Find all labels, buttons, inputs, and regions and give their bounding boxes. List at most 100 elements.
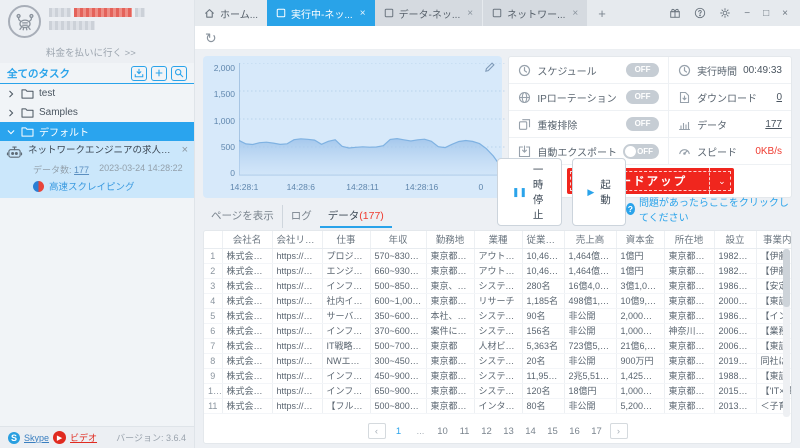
setting-label: スケジュール [537,66,597,78]
page-button-14[interactable]: 14 [522,423,540,439]
table-scrollbar-thumb[interactable] [783,249,790,307]
chevron-right-icon[interactable] [6,90,16,98]
table-cell: 1,000万円 [616,383,665,399]
table-cell: https://www... [272,293,323,309]
edit-chart-icon[interactable] [484,62,496,73]
next-page-button[interactable]: › [609,423,628,439]
close-tab-icon[interactable]: × [467,8,473,19]
table-cell: https://www... [272,308,323,324]
gift-icon[interactable] [669,7,681,19]
setting-label: 重複排除 [537,120,578,132]
table-cell: システムイ... [474,368,523,384]
table-cell: 8 [204,353,223,369]
toggle-off[interactable]: OFF [623,143,660,159]
minimize-button[interactable]: − [744,8,750,19]
skype-icon[interactable]: S [8,431,20,444]
table-cell: 350~600万円 [370,308,427,324]
table-row[interactable]: 9株式会社エ...https://www...インフラエ...450~900万円… [204,368,791,384]
new-tab-button[interactable]: + [588,0,616,26]
table-cell: https://www... [272,323,323,339]
close-button[interactable]: × [782,8,788,19]
y-tick-label: 0 [230,168,235,178]
folder-item-Samples[interactable]: Samples [0,103,194,122]
folder-item-test[interactable]: test [0,84,194,103]
task-data-count-link[interactable]: 177 [74,165,89,175]
chevron-right-icon[interactable] [6,109,16,117]
video-link[interactable]: ビデオ [70,431,97,444]
column-header: 設立 [714,231,757,249]
table-row[interactable]: 1株式会社ベ...https://www...プロジェク...570~830万円… [204,248,791,264]
page-button-16[interactable]: 16 [566,423,584,439]
skype-link[interactable]: Skype [24,433,49,443]
table-row[interactable]: 3株式会社バ...https://www...インフラエ...500~850万円… [204,278,791,294]
tab-log[interactable]: ログ [281,205,320,228]
speedup-dropdown-icon[interactable]: ⌄ [709,168,734,194]
tab-home[interactable]: ホーム... [195,0,268,26]
start-button[interactable]: ▶ 起動 [572,158,626,226]
table-cell: 10,461名 [522,263,565,279]
help-icon[interactable] [694,7,706,19]
tab-show-page[interactable]: ページを表示 [203,205,282,228]
stat-value[interactable]: 177 [765,119,782,130]
prev-page-button[interactable]: ‹ [367,423,386,439]
tab-data[interactable]: データ(177) [319,205,392,228]
table-row[interactable]: 2株式会社ベ...https://www...エンジニア...660~930万円… [204,263,791,279]
page-button-11[interactable]: 11 [456,423,474,439]
table-cell: 株式会社ワ... [222,308,273,324]
table-cell: 21億6,300万... [616,338,665,354]
table-cell: 1982年9月 [714,263,757,279]
pause-button[interactable]: ❚❚ 一時停止 [496,158,563,226]
upgrade-link[interactable]: 料金を払いに行く >> [0,44,194,63]
toggle-off[interactable]: OFF [626,117,660,131]
close-tab-icon[interactable]: × [572,8,578,19]
tab-data-task[interactable]: データ-ネッ... × [374,0,484,26]
maximize-button[interactable]: □ [763,8,769,19]
table-row[interactable]: 11株式会社ミ...https://www...【フルリモ...500~800万… [204,398,791,414]
refresh-icon[interactable]: ↻ [205,31,217,45]
table-cell: 2015年9月 [714,383,757,399]
close-task-icon[interactable]: × [182,145,188,156]
page-button-1[interactable]: 1 [390,423,408,439]
x-tick-label: 0 [478,182,484,192]
gear-icon[interactable] [719,7,731,19]
table-row[interactable]: 4株式会社マ...https://www...社内インフ...600~1,000… [204,293,791,309]
page-button-12[interactable]: 12 [478,423,496,439]
tab-network-task[interactable]: ネットワー... × [483,0,589,26]
table-cell: 東京都港区 [426,353,475,369]
find-task-icon[interactable] [171,65,187,81]
page-button-10[interactable]: 10 [434,423,452,439]
table-row[interactable]: 8株式会社CR...https://www...NWエンジニ...300~450… [204,353,791,369]
help-link[interactable]: ? 問題があったらここをクリックしてください [625,194,792,224]
import-task-icon[interactable] [131,65,147,81]
folder-item-デフォルト[interactable]: デフォルト [0,122,194,141]
table-cell: エンジニア... [322,263,371,279]
close-tab-icon[interactable]: × [360,8,366,19]
video-icon[interactable]: ▶ [53,431,67,444]
column-header: 資本金 [616,231,665,249]
new-task-icon[interactable] [151,65,167,81]
page-button-13[interactable]: 13 [500,423,518,439]
page-button-15[interactable]: 15 [544,423,562,439]
page-button-17[interactable]: 17 [588,423,606,439]
toggle-off[interactable]: OFF [626,90,660,104]
column-header: 年収 [370,231,427,249]
tab-running-task[interactable]: 実行中-ネッ... × [267,0,375,26]
pagination: ‹ 1... 10 11 12 13 14 15 16 17 › [204,419,791,443]
table-cell: 東京都 [426,338,475,354]
table-row[interactable]: 5株式会社ワ...https://www...サーバーエ...350~600万円… [204,308,791,324]
task-card[interactable]: ネットワークエンジニアの求人情報一覧(1... × データ数: 177 2023… [0,141,194,198]
table-cell: 900万円 [616,353,665,369]
table-row[interactable]: 7株式会社ウ...https://www...IT戦略本部...500~700万… [204,338,791,354]
setting-label: 自動エクスポート [537,147,618,159]
table-row[interactable]: 6株式会社ネ...https://www...インフラPL...370~600万… [204,323,791,339]
stat-value[interactable]: 0 [776,92,782,103]
column-header [204,231,223,249]
chevron-down-icon[interactable] [6,128,16,136]
stat-runtime: 実行時間 00:49:33 [669,57,791,84]
table-cell: 5,200万円 [616,398,665,414]
table-cell: 1,464億7,90... [564,263,617,279]
table-cell: 東京都千代田... [664,353,715,369]
table-row[interactable]: 10株式会社SA...https://www...インフラ系P...650~90… [204,383,791,399]
toggle-off[interactable]: OFF [626,63,660,77]
table-cell: 【フルリモ... [322,398,371,414]
